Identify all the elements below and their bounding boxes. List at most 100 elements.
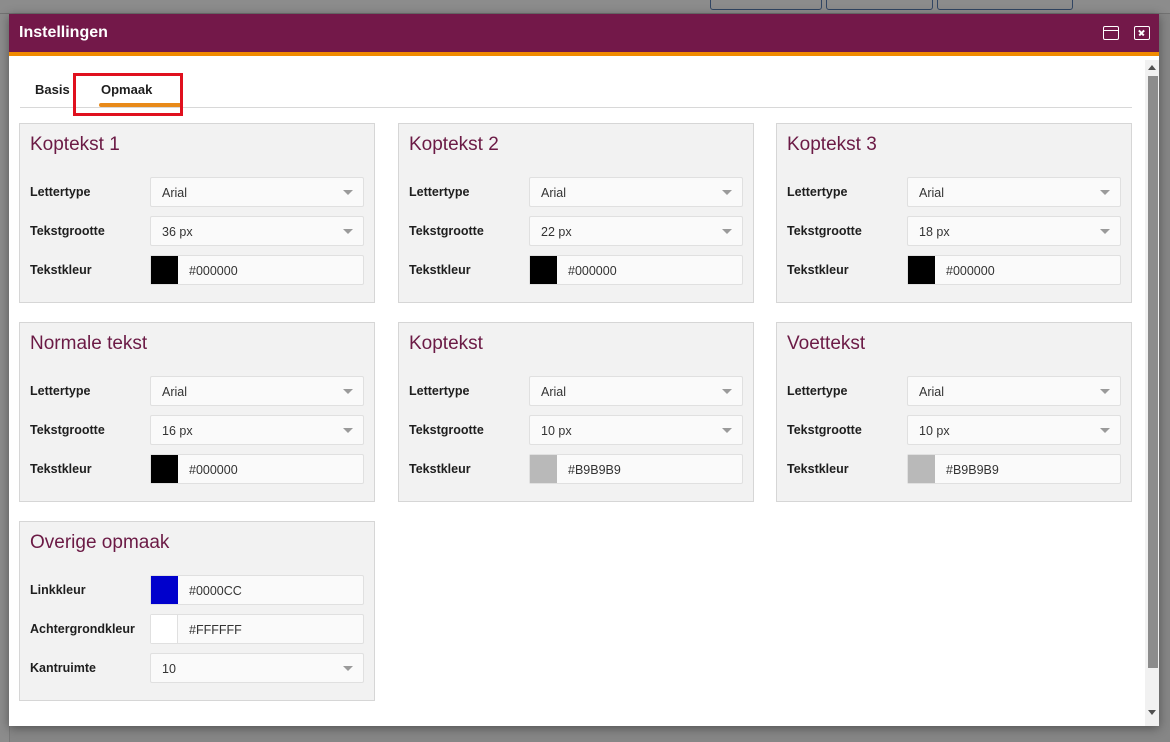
dialog-header: Instellingen — [9, 14, 1159, 56]
scroll-up-arrow-icon[interactable] — [1148, 65, 1156, 70]
card-title: Koptekst 1 — [30, 134, 120, 155]
link-color-label: Linkkleur — [30, 583, 86, 597]
chevron-down-icon — [722, 389, 732, 394]
card-koptekst: Koptekst Lettertype Arial Tekstgrootte 1… — [398, 322, 754, 502]
font-row: Lettertype Arial — [409, 376, 743, 406]
vertical-scrollbar[interactable] — [1145, 60, 1159, 726]
color-label: Tekstkleur — [787, 462, 849, 476]
card-title: Koptekst 2 — [409, 134, 499, 155]
color-row: Tekstkleur #000000 — [409, 255, 743, 285]
size-value: 18 px — [919, 225, 950, 239]
size-row: Tekstgrootte 10 px — [787, 415, 1121, 445]
scroll-down-arrow-icon[interactable] — [1148, 710, 1156, 715]
chevron-down-icon — [1100, 389, 1110, 394]
card-koptekst-1: Koptekst 1 Lettertype Arial Tekstgrootte… — [19, 123, 375, 303]
card-koptekst-3: Koptekst 3 Lettertype Arial Tekstgrootte… — [776, 123, 1132, 303]
size-row: Tekstgrootte 16 px — [30, 415, 364, 445]
font-row: Lettertype Arial — [787, 376, 1121, 406]
margin-select[interactable]: 10 — [150, 653, 364, 683]
size-row: Tekstgrootte 22 px — [409, 216, 743, 246]
color-input[interactable]: #B9B9B9 — [529, 454, 743, 484]
color-row: Tekstkleur #000000 — [30, 255, 364, 285]
card-title: Overige opmaak — [30, 532, 170, 553]
font-value: Arial — [162, 385, 188, 399]
color-label: Tekstkleur — [30, 263, 92, 277]
color-input[interactable]: #000000 — [529, 255, 743, 285]
chevron-down-icon — [343, 389, 353, 394]
color-swatch[interactable] — [151, 576, 178, 604]
chevron-down-icon — [1100, 428, 1110, 433]
size-label: Tekstgrootte — [409, 423, 484, 437]
color-swatch[interactable] — [908, 256, 935, 284]
color-value: #000000 — [189, 264, 238, 278]
color-value: #0000CC — [189, 584, 242, 598]
font-value: Arial — [541, 186, 567, 200]
size-select[interactable]: 10 px — [907, 415, 1121, 445]
chevron-down-icon — [722, 190, 732, 195]
font-row: Lettertype Arial — [30, 177, 364, 207]
color-swatch[interactable] — [151, 455, 178, 483]
size-label: Tekstgrootte — [787, 423, 862, 437]
chevron-down-icon — [722, 428, 732, 433]
tab-basis[interactable]: Basis — [35, 82, 70, 97]
tab-bar: Basis Opmaak — [20, 76, 1132, 108]
card-title: Normale tekst — [30, 333, 148, 354]
size-select[interactable]: 10 px — [529, 415, 743, 445]
color-swatch[interactable] — [530, 256, 557, 284]
font-row: Lettertype Arial — [409, 177, 743, 207]
color-input[interactable]: #000000 — [907, 255, 1121, 285]
link-color-row: Linkkleur #0000CC — [30, 575, 364, 605]
color-row: Tekstkleur #000000 — [787, 255, 1121, 285]
font-select[interactable]: Arial — [907, 376, 1121, 406]
close-icon[interactable] — [1134, 26, 1150, 40]
font-select[interactable]: Arial — [907, 177, 1121, 207]
font-select[interactable]: Arial — [150, 376, 364, 406]
size-select[interactable]: 18 px — [907, 216, 1121, 246]
card-overige-opmaak: Overige opmaak Linkkleur #0000CC Achterg… — [19, 521, 375, 701]
color-input[interactable]: #B9B9B9 — [907, 454, 1121, 484]
scrollbar-thumb[interactable] — [1148, 76, 1158, 668]
color-swatch[interactable] — [151, 256, 178, 284]
margin-label: Kantruimte — [30, 661, 96, 675]
font-value: Arial — [919, 186, 945, 200]
chevron-down-icon — [1100, 229, 1110, 234]
font-select[interactable]: Arial — [529, 376, 743, 406]
size-value: 36 px — [162, 225, 193, 239]
size-select[interactable]: 16 px — [150, 415, 364, 445]
chevron-down-icon — [343, 666, 353, 671]
color-value: #FFFFFF — [189, 623, 242, 637]
size-select[interactable]: 22 px — [529, 216, 743, 246]
size-label: Tekstgrootte — [409, 224, 484, 238]
tab-highlight-box — [73, 73, 183, 116]
font-label: Lettertype — [787, 185, 848, 199]
chevron-down-icon — [343, 190, 353, 195]
color-input[interactable]: #000000 — [150, 454, 364, 484]
size-value: 10 px — [919, 424, 950, 438]
font-label: Lettertype — [409, 185, 470, 199]
font-select[interactable]: Arial — [529, 177, 743, 207]
chevron-down-icon — [343, 229, 353, 234]
color-row: Tekstkleur #000000 — [30, 454, 364, 484]
settings-dialog: Instellingen Basis Opmaak Koptekst 1 Let… — [9, 14, 1159, 726]
size-value: 10 px — [541, 424, 572, 438]
size-label: Tekstgrootte — [787, 224, 862, 238]
font-label: Lettertype — [409, 384, 470, 398]
card-title: Koptekst 3 — [787, 134, 877, 155]
color-swatch[interactable] — [908, 455, 935, 483]
color-input[interactable]: #000000 — [150, 255, 364, 285]
background-color-input[interactable]: #FFFFFF — [150, 614, 364, 644]
color-value: #000000 — [946, 264, 995, 278]
link-color-input[interactable]: #0000CC — [150, 575, 364, 605]
font-label: Lettertype — [30, 384, 91, 398]
color-label: Tekstkleur — [409, 462, 471, 476]
maximize-icon[interactable] — [1103, 26, 1119, 40]
size-row: Tekstgrootte 36 px — [30, 216, 364, 246]
color-swatch[interactable] — [530, 455, 557, 483]
color-value: #B9B9B9 — [568, 463, 621, 477]
color-value: #000000 — [189, 463, 238, 477]
size-label: Tekstgrootte — [30, 423, 105, 437]
color-swatch[interactable] — [151, 615, 178, 643]
size-select[interactable]: 36 px — [150, 216, 364, 246]
color-value: #B9B9B9 — [946, 463, 999, 477]
font-select[interactable]: Arial — [150, 177, 364, 207]
